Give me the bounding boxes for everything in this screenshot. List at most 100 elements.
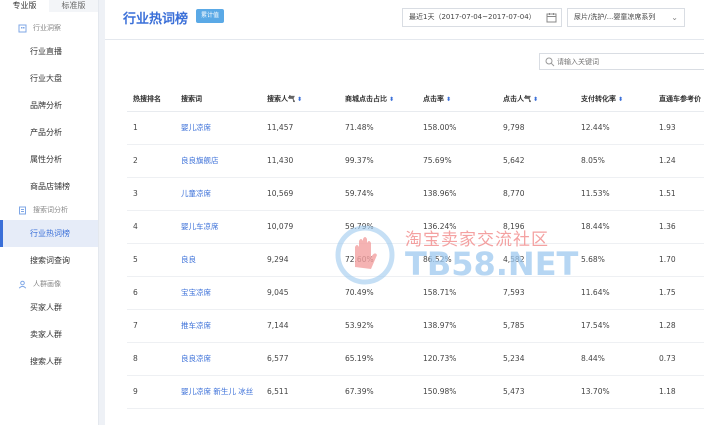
table-cell: 5: [127, 243, 175, 277]
table-cell: 9,045: [261, 276, 339, 310]
table-cell: 1.51: [653, 177, 704, 211]
keyword-link[interactable]: 婴儿车凉席: [175, 210, 261, 244]
table-cell: 0.73: [653, 342, 704, 376]
table-cell: 9: [127, 375, 175, 409]
table-cell: 17.54%: [575, 309, 653, 343]
table-row: 1 婴儿凉席 11,457 71.48% 158.00% 9,798 12.44% 1.93: [127, 111, 704, 145]
keyword-link[interactable]: 婴儿凉席 新生儿 冰丝: [175, 375, 261, 409]
sidebar-item-attribute-analysis[interactable]: 属性分析: [0, 146, 98, 173]
column-header-label: 直通车参考价: [659, 94, 701, 103]
sidebar-item-seller-audience[interactable]: 卖家人群: [0, 321, 98, 348]
sidebar-item-industry-overview[interactable]: 行业大盘: [0, 65, 98, 92]
table-cell: 7: [127, 309, 175, 343]
sidebar-section-industry: 行业洞察: [0, 18, 98, 38]
sidebar-section-audience: 人群画像: [0, 274, 98, 294]
sort-icon[interactable]: ⬍: [446, 96, 451, 103]
table-cell: 4,582: [497, 243, 575, 277]
column-header-label: 支付转化率: [581, 94, 616, 103]
column-header: 搜索词: [175, 87, 261, 112]
column-header-label: 热搜排名: [133, 94, 161, 103]
table-cell: 5,642: [497, 144, 575, 178]
table-row: 7 推车凉席 7,144 53.92% 138.97% 5,785 17.54% 1.28: [127, 309, 704, 343]
sidebar-item-keyword-query[interactable]: 搜索词查询: [0, 247, 98, 274]
table-row: 6 宝宝凉席 9,045 70.49% 158.71% 7,593 11.64% 1.75: [127, 276, 704, 310]
table-cell: 11.64%: [575, 276, 653, 310]
main-content: 热搜排名搜索词搜索人气⬍商城点击占比⬍点击率⬍点击人气⬍支付转化率⬍直通车参考价…: [105, 40, 704, 425]
calendar-icon[interactable]: [546, 12, 557, 23]
table-cell: 7,593: [497, 276, 575, 310]
table-cell: 5,473: [497, 375, 575, 409]
column-header[interactable]: 点击人气 ⬍: [497, 87, 575, 112]
sidebar-section-label: 人群画像: [33, 280, 61, 288]
column-header[interactable]: 支付转化率 ⬍: [575, 87, 653, 112]
table-cell: 65.19%: [339, 342, 417, 376]
table-row: 5 良良 9,294 72.60% 86.52% 4,582 5.68% 1.70: [127, 243, 704, 277]
table-cell: 150.98%: [417, 375, 497, 409]
table-row: 2 良良旗舰店 11,430 99.37% 75.69% 5,642 8.05% 1.24: [127, 144, 704, 178]
user-icon: [18, 280, 27, 289]
table-cell: 9,294: [261, 243, 339, 277]
sort-icon[interactable]: ⬍: [618, 96, 623, 103]
keyword-link[interactable]: 儿童凉席: [175, 177, 261, 211]
building-icon: [18, 24, 27, 33]
table-cell: 6,577: [261, 342, 339, 376]
table-cell: 72.60%: [339, 243, 417, 277]
search-input[interactable]: [557, 55, 704, 68]
table-cell: 138.97%: [417, 309, 497, 343]
keyword-link[interactable]: 宝宝凉席: [175, 276, 261, 310]
table-cell: 99.37%: [339, 144, 417, 178]
sidebar-item-buyer-audience[interactable]: 买家人群: [0, 294, 98, 321]
date-range-picker[interactable]: 最近1天（2017-07-04~2017-07-04）: [402, 8, 562, 27]
table-row: 9 婴儿凉席 新生儿 冰丝 6,511 67.39% 150.98% 5,473 13.70…: [127, 375, 704, 409]
table-cell: 120.73%: [417, 342, 497, 376]
sidebar-item-product-analysis[interactable]: 产品分析: [0, 119, 98, 146]
column-header-label: 搜索词: [181, 94, 202, 103]
sidebar-section-label: 搜索词分析: [33, 206, 68, 214]
keyword-link[interactable]: 良良旗舰店: [175, 144, 261, 178]
keyword-link[interactable]: 良良凉席: [175, 342, 261, 376]
sidebar-item-shop-ranking[interactable]: 商品店铺榜: [0, 173, 98, 200]
table-cell: 12.44%: [575, 111, 653, 145]
keyword-link[interactable]: 婴儿凉席: [175, 111, 261, 145]
column-header[interactable]: 商城点击占比 ⬍: [339, 87, 417, 112]
table-cell: 10,569: [261, 177, 339, 211]
table-cell: 8.05%: [575, 144, 653, 178]
keyword-search[interactable]: [539, 53, 704, 70]
column-header[interactable]: 搜索人气 ⬍: [261, 87, 339, 112]
sidebar-section-search: 搜索词分析: [0, 200, 98, 220]
column-header[interactable]: 点击率 ⬍: [417, 87, 497, 112]
table-cell: 8.44%: [575, 342, 653, 376]
table-cell: 67.39%: [339, 375, 417, 409]
table-row: 3 儿童凉席 10,569 59.74% 138.96% 8,770 11.53% 1.51: [127, 177, 704, 211]
column-header-label: 点击率: [423, 94, 444, 103]
tab-professional[interactable]: 专业版: [0, 0, 49, 12]
column-header[interactable]: 直通车参考价⬍: [653, 87, 704, 112]
sidebar-item-industry-live[interactable]: 行业直播: [0, 38, 98, 65]
category-select[interactable]: 尿片/洗护/...婴童凉席系列 ⌄: [567, 8, 685, 27]
sidebar-item-search-audience[interactable]: 搜索人群: [0, 348, 98, 375]
table-cell: 8,770: [497, 177, 575, 211]
tab-standard[interactable]: 标准版: [49, 0, 98, 12]
table-cell: 53.92%: [339, 309, 417, 343]
sort-icon[interactable]: ⬍: [389, 96, 394, 103]
table-cell: 11.53%: [575, 177, 653, 211]
sidebar-item-brand-analysis[interactable]: 品牌分析: [0, 92, 98, 119]
keyword-link[interactable]: 良良: [175, 243, 261, 277]
table-cell: 71.48%: [339, 111, 417, 145]
column-header: 热搜排名: [127, 87, 175, 112]
column-header-label: 点击人气: [503, 94, 531, 103]
sidebar-item-hot-words[interactable]: 行业热词榜: [0, 220, 98, 247]
table-cell: 1.28: [653, 309, 704, 343]
table-cell: 10,079: [261, 210, 339, 244]
sort-icon[interactable]: ⬍: [533, 96, 538, 103]
table-cell: 11,430: [261, 144, 339, 178]
sidebar: 专业版 标准版 行业洞察 行业直播 行业大盘 品牌分析 产品分析 属性分析 商品…: [0, 0, 99, 425]
cumulative-badge: 累计值: [196, 9, 225, 23]
table-cell: 8: [127, 342, 175, 376]
table-cell: 1.75: [653, 276, 704, 310]
sort-icon[interactable]: ⬍: [297, 96, 302, 103]
column-header-label: 搜索人气: [267, 94, 295, 103]
table-cell: 1.18: [653, 375, 704, 409]
keyword-link[interactable]: 推车凉席: [175, 309, 261, 343]
table-cell: 1.24: [653, 144, 704, 178]
